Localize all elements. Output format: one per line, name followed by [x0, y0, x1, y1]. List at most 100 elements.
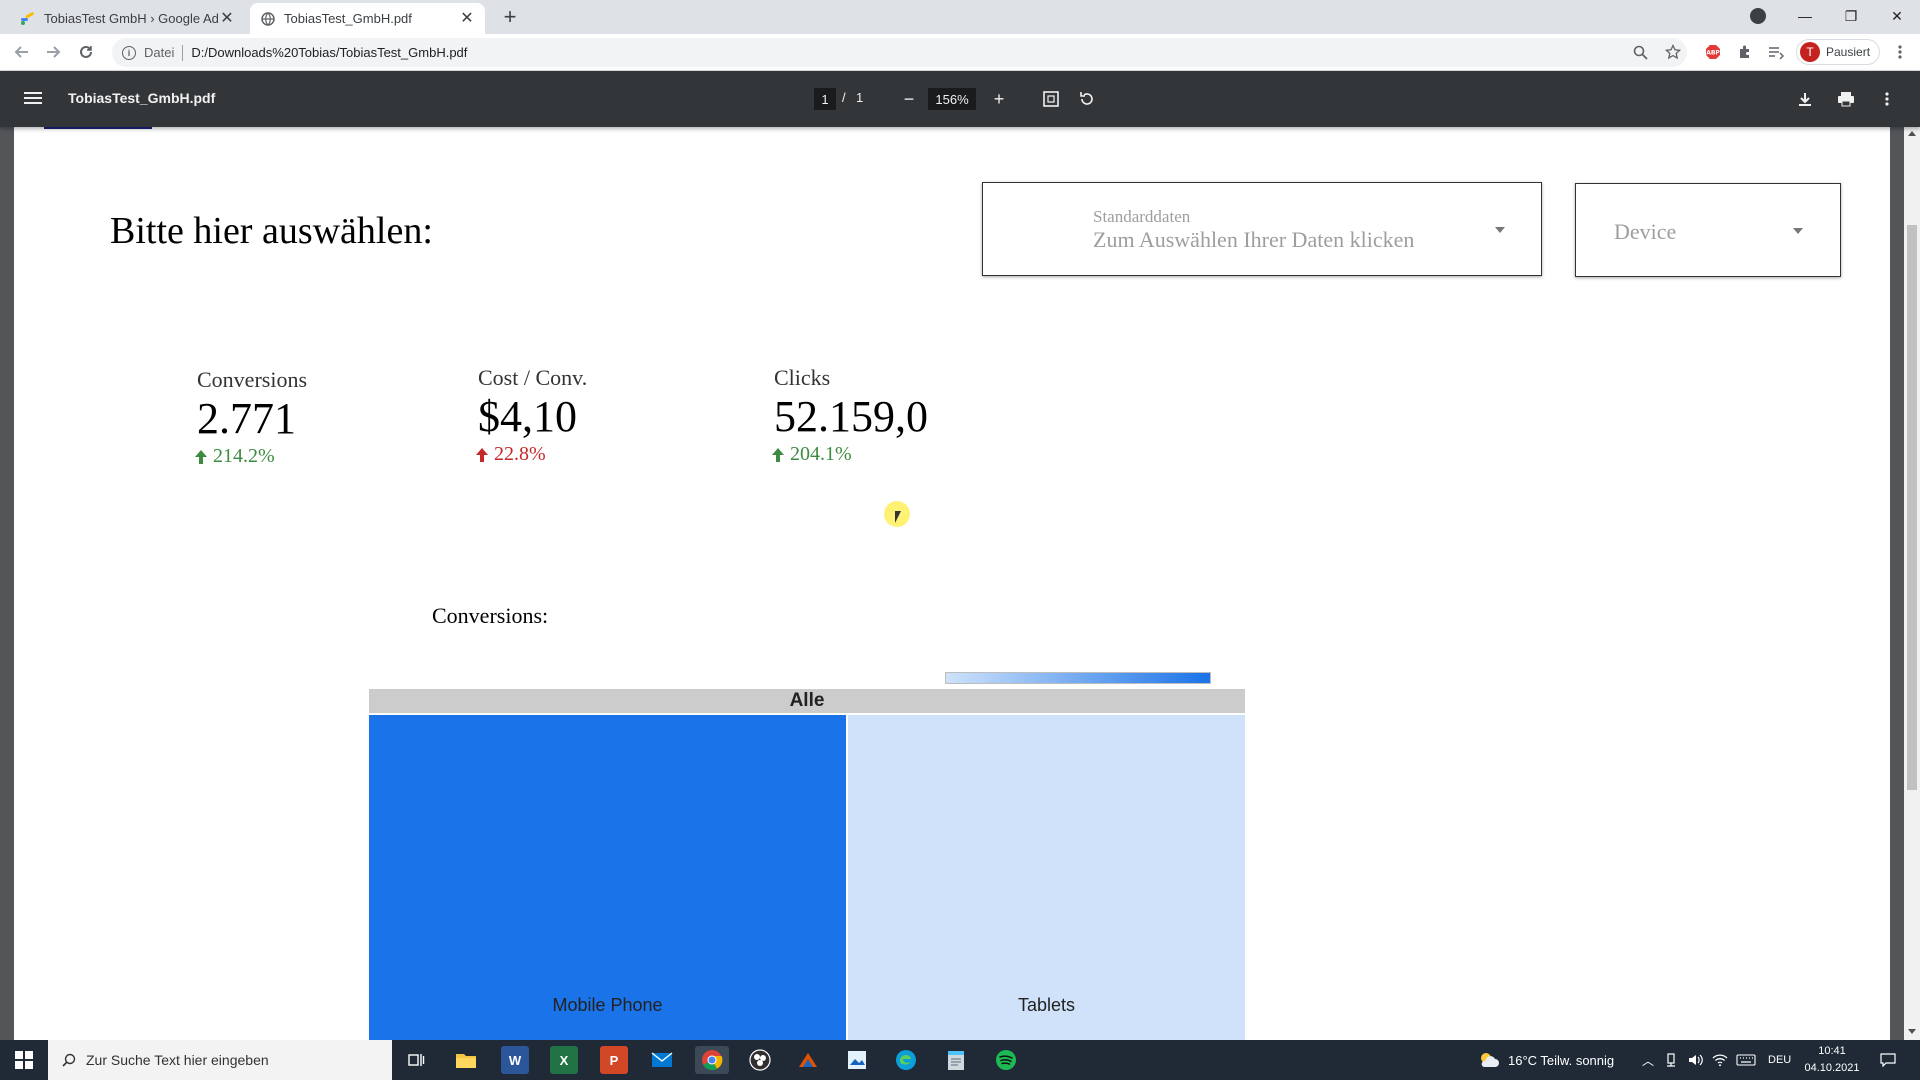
- file-explorer-icon[interactable]: [452, 1046, 480, 1074]
- kpi-label: Conversions: [197, 367, 307, 392]
- profile-status: Pausiert: [1826, 45, 1871, 59]
- obs-icon[interactable]: [746, 1046, 774, 1074]
- minimize-button[interactable]: —: [1782, 0, 1828, 32]
- new-tab-button[interactable]: +: [498, 6, 522, 30]
- powerpoint-icon[interactable]: P: [600, 1046, 628, 1074]
- page-number-input[interactable]: 1: [814, 88, 836, 110]
- treemap-cell-label: Mobile Phone: [552, 995, 663, 1015]
- browser-tab-strip: TobiasTest GmbH › Google Ads ✕ TobiasTes…: [0, 0, 1920, 34]
- treemap-root-label[interactable]: Alle: [369, 689, 1245, 713]
- kpi-label: Clicks: [774, 365, 831, 390]
- google-ads-favicon-icon: [20, 11, 36, 27]
- globe-icon: [260, 11, 276, 27]
- edge-icon[interactable]: [892, 1046, 920, 1074]
- pdf-more-icon[interactable]: [1876, 88, 1898, 110]
- zoom-out-button[interactable]: −: [898, 88, 920, 110]
- excel-icon[interactable]: X: [550, 1046, 578, 1074]
- vertical-scrollbar[interactable]: [1904, 127, 1920, 1040]
- pdf-toolbar: TobiasTest_GmbH.pdf 1 / 1 − 156% +: [0, 71, 1920, 127]
- input-language[interactable]: DEU: [1768, 1040, 1791, 1080]
- scroll-up-icon[interactable]: [1908, 131, 1916, 136]
- pdf-menu-icon[interactable]: [24, 89, 42, 109]
- arrow-up-icon: [772, 447, 784, 462]
- extensions-puzzle-icon[interactable]: [1736, 43, 1754, 61]
- svg-text:ABP: ABP: [1706, 50, 1720, 57]
- browser-toolbar: i Datei D:/Downloads%20Tobias/TobiasTest…: [0, 34, 1920, 71]
- screenshot-tool-icon[interactable]: [794, 1046, 822, 1074]
- address-bar[interactable]: i Datei D:/Downloads%20Tobias/TobiasTest…: [112, 38, 1687, 67]
- network-icon[interactable]: [1664, 1040, 1678, 1080]
- reading-list-icon[interactable]: [1767, 43, 1785, 61]
- scrollbar-thumb[interactable]: [1907, 225, 1917, 790]
- image-editor-icon[interactable]: [843, 1046, 871, 1074]
- pdf-viewport: Bitte hier auswählen: Standarddaten Zum …: [0, 127, 1920, 1040]
- kpi-change-value: 22.8%: [494, 443, 546, 465]
- kpi-value: 2.771: [197, 394, 296, 443]
- system-clock[interactable]: 10:41 04.10.2021: [1792, 1043, 1872, 1077]
- tab-close-icon[interactable]: ✕: [219, 10, 235, 27]
- notepad-icon[interactable]: [942, 1046, 970, 1074]
- date-range-control[interactable]: Standarddaten Zum Auswählen Ihrer Daten …: [982, 182, 1542, 276]
- chrome-icon[interactable]: [695, 1046, 729, 1074]
- clock-date: 04.10.2021: [1804, 1062, 1860, 1074]
- keyboard-icon[interactable]: [1736, 1040, 1756, 1080]
- treemap-cell-mobile-phone[interactable]: Mobile Phone: [369, 715, 846, 1040]
- pdf-file-name: TobiasTest_GmbH.pdf: [68, 90, 216, 106]
- mail-icon[interactable]: [648, 1046, 676, 1074]
- bookmark-star-icon[interactable]: [1664, 43, 1682, 61]
- date-range-label: Standarddaten: [1093, 207, 1191, 226]
- treemap-cell-label: Tablets: [1017, 995, 1076, 1015]
- report-headline: Bitte hier auswählen:: [110, 210, 433, 252]
- kpi-conversions: Conversions 2.771 214.2%: [195, 367, 307, 468]
- tab-pdf[interactable]: TobiasTest_GmbH.pdf ✕: [250, 3, 485, 34]
- tab-close-icon[interactable]: ✕: [459, 10, 475, 27]
- pdf-page: Bitte hier auswählen: Standarddaten Zum …: [14, 127, 1890, 1040]
- kpi-change-value: 214.2%: [213, 445, 275, 467]
- site-info-icon[interactable]: i: [122, 45, 136, 60]
- url-text[interactable]: D:/Downloads%20Tobias/TobiasTest_GmbH.pd…: [191, 45, 467, 60]
- file-chip: Datei: [144, 45, 175, 60]
- windows-start-icon[interactable]: [0, 1040, 48, 1080]
- tab-title: TobiasTest GmbH › Google Ads: [44, 11, 219, 26]
- tab-search-icon[interactable]: [1750, 8, 1766, 24]
- spotify-icon[interactable]: [992, 1046, 1020, 1074]
- kpi-clicks: Clicks 52.159,0 204.1%: [772, 365, 928, 466]
- scroll-down-icon[interactable]: [1908, 1029, 1916, 1034]
- zoom-in-button[interactable]: +: [988, 88, 1010, 110]
- reload-icon[interactable]: [76, 42, 96, 62]
- zoom-icon[interactable]: [1631, 43, 1649, 61]
- download-icon[interactable]: [1794, 88, 1816, 110]
- page-separator: /: [842, 90, 846, 105]
- conversions-treemap[interactable]: Alle Mobile Phone Tablets: [369, 689, 1245, 1040]
- treemap-cell-tablets[interactable]: Tablets: [848, 715, 1245, 1040]
- volume-icon[interactable]: [1688, 1040, 1704, 1080]
- back-icon[interactable]: [12, 42, 32, 62]
- tab-google-ads[interactable]: TobiasTest GmbH › Google Ads ✕: [10, 3, 245, 34]
- chrome-menu-icon[interactable]: [1891, 43, 1909, 61]
- chevron-down-icon: [1793, 228, 1803, 234]
- device-filter-control[interactable]: Device: [1575, 183, 1841, 277]
- weather-widget[interactable]: 16°C Teilw. sonnig: [1478, 1040, 1614, 1080]
- profile-button[interactable]: T Pausiert: [1796, 39, 1880, 65]
- restore-button[interactable]: ❐: [1828, 0, 1874, 32]
- kpi-value: $4,10: [478, 392, 577, 441]
- report-tab-indicator: [44, 127, 152, 129]
- word-icon[interactable]: W: [501, 1046, 529, 1074]
- show-hidden-icons-icon[interactable]: ︿: [1642, 1040, 1654, 1080]
- notification-center-icon[interactable]: [1880, 1040, 1896, 1080]
- rotate-icon[interactable]: [1076, 88, 1098, 110]
- close-window-button[interactable]: ✕: [1874, 0, 1920, 32]
- fit-to-page-icon[interactable]: [1040, 88, 1062, 110]
- forward-icon[interactable]: [43, 42, 63, 62]
- weather-text: 16°C Teilw. sonnig: [1508, 1052, 1615, 1068]
- adblock-extension-icon[interactable]: ABP: [1704, 43, 1722, 61]
- task-view-icon[interactable]: [402, 1046, 430, 1074]
- print-icon[interactable]: [1835, 88, 1857, 110]
- conversions-section-title: Conversions:: [432, 603, 549, 628]
- mouse-cursor-highlight: [884, 501, 910, 527]
- taskbar-search-input[interactable]: Zur Suche Text hier eingeben: [48, 1040, 392, 1080]
- clock-time: 10:41: [1818, 1045, 1846, 1057]
- zoom-level-input[interactable]: 156%: [928, 88, 976, 110]
- kpi-change: 22.8%: [476, 443, 587, 466]
- wifi-icon[interactable]: [1712, 1040, 1728, 1080]
